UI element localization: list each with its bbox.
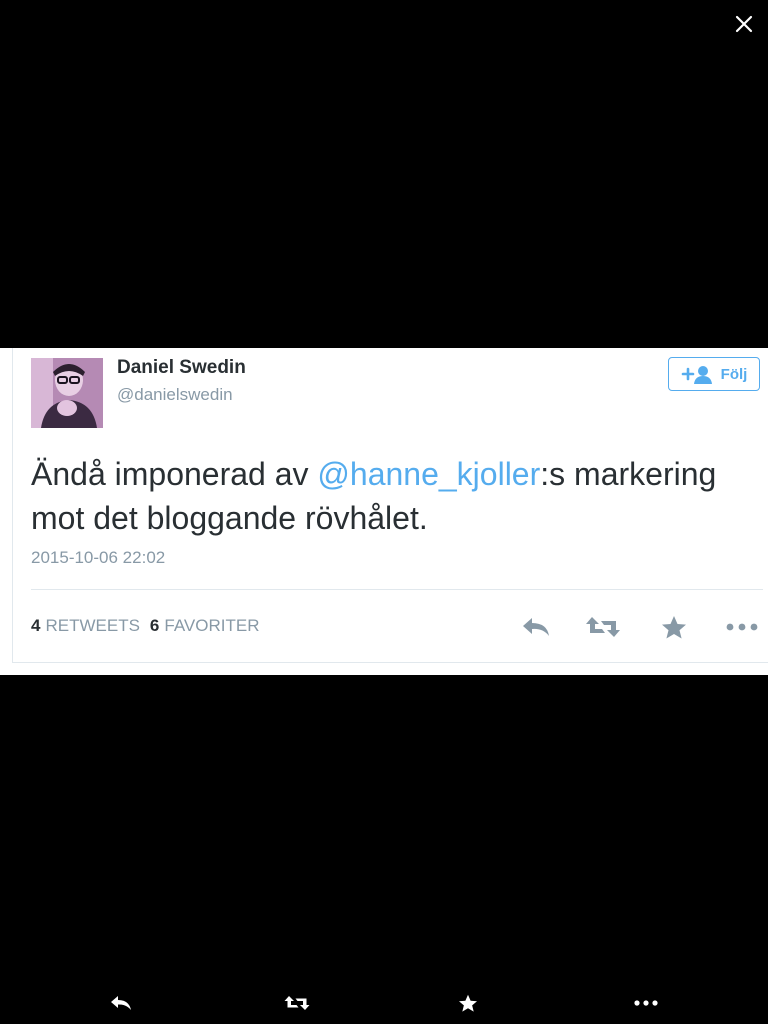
retweet-button[interactable]	[585, 612, 621, 642]
viewer-more-button[interactable]	[631, 988, 661, 1018]
reply-icon	[111, 996, 131, 1010]
more-icon	[634, 1000, 658, 1006]
mention-link[interactable]: @hanne_kjoller	[317, 456, 540, 492]
tweet-screenshot-image: Daniel Swedin @danielswedin Följ Ändå im…	[0, 348, 768, 675]
viewer-retweet-button[interactable]	[282, 988, 312, 1018]
divider	[31, 589, 763, 590]
viewer-favorite-button[interactable]	[453, 988, 483, 1018]
favorites-label: FAVORITER	[164, 616, 260, 635]
follow-button[interactable]: Följ	[668, 357, 760, 391]
more-button[interactable]	[725, 612, 759, 642]
avatar[interactable]	[31, 358, 103, 428]
favorites-count: 6	[149, 616, 160, 635]
favorite-button[interactable]	[659, 612, 689, 642]
reply-button[interactable]	[519, 612, 553, 642]
close-icon	[735, 15, 753, 33]
display-name[interactable]: Daniel Swedin	[117, 357, 246, 379]
star-icon	[459, 994, 477, 1012]
tweet-card: Daniel Swedin @danielswedin Följ Ändå im…	[12, 348, 768, 663]
viewer-reply-button[interactable]	[106, 988, 136, 1018]
avatar-portrait	[31, 358, 103, 428]
retweets-stat[interactable]: 4 RETWEETS	[31, 616, 140, 636]
tweet-action-bar	[513, 612, 763, 642]
star-icon	[662, 616, 686, 639]
retweet-icon	[284, 996, 310, 1010]
retweet-icon	[586, 617, 620, 637]
reply-icon	[523, 618, 549, 636]
more-icon	[726, 623, 758, 631]
tweet-text-before: Ändå imponerad av	[31, 456, 318, 492]
user-handle[interactable]: @danielswedin	[117, 385, 233, 405]
follow-label: Följ	[720, 365, 748, 383]
favorites-stat[interactable]: 6 FAVORITER	[150, 616, 260, 636]
image-viewer: Daniel Swedin @danielswedin Följ Ändå im…	[0, 0, 768, 1024]
retweets-label: RETWEETS	[45, 616, 140, 635]
retweets-count: 4	[31, 616, 41, 635]
tweet-text: Ändå imponerad av @hanne_kjoller:s marke…	[31, 452, 751, 540]
close-button[interactable]	[732, 12, 756, 36]
tweet-stats: 4 RETWEETS 6 FAVORITER	[31, 616, 259, 636]
add-user-icon	[681, 366, 712, 384]
viewer-action-bar	[0, 980, 768, 1024]
timestamp[interactable]: 2015-10-06 22:02	[31, 548, 165, 568]
